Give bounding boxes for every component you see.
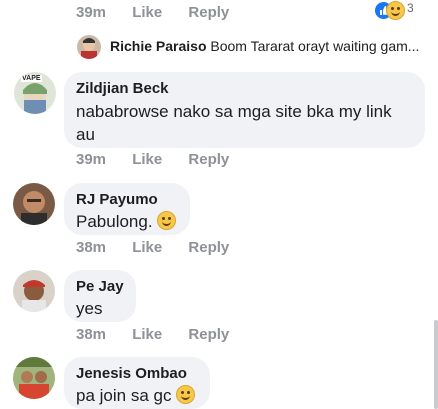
comment-text-line: nababrowse nako sa mga site bka my link	[76, 102, 392, 121]
reply-button[interactable]: Reply	[188, 239, 229, 256]
comment-text-row: Pabulong.	[76, 210, 178, 233]
comment-text: nababrowse nako sa mga site bka my link …	[76, 100, 413, 146]
comment-author[interactable]: RJ Payumo	[76, 191, 178, 208]
avatar-badge: VAPE	[21, 75, 42, 82]
reply-button[interactable]: Reply	[188, 4, 229, 21]
comment-text: yes	[76, 299, 103, 318]
comment-actions: 38m Like Reply	[76, 239, 251, 256]
comment-time: 38m	[76, 239, 107, 256]
reply-preview[interactable]: Richie Paraiso Boom Tararat orayt waitin…	[110, 38, 419, 54]
comment-bubble: RJ Payumo Pabulong.	[64, 183, 190, 235]
comment-time: 39m	[76, 151, 107, 168]
like-button[interactable]: Like	[132, 151, 162, 168]
comment-author[interactable]: Pe Jay	[76, 278, 124, 295]
comment-author[interactable]: Jenesis Ombao	[76, 365, 198, 382]
avatar[interactable]	[13, 357, 55, 399]
scrollbar[interactable]	[434, 320, 438, 409]
haha-reaction-icon	[386, 1, 405, 20]
comment-actions: 38m Like Reply	[76, 326, 251, 343]
avatar[interactable]	[13, 270, 55, 312]
comment-text-row: pa join sa gc	[76, 384, 198, 407]
reply-button[interactable]: Reply	[188, 151, 229, 168]
comment-author[interactable]: Zildjian Beck	[76, 80, 413, 97]
reaction-summary[interactable]: 3	[372, 0, 420, 20]
comment-bubble: Zildjian Beck nababrowse nako sa mga sit…	[64, 72, 425, 148]
winking-face-icon	[157, 211, 177, 230]
comment-text: pa join sa gc	[76, 386, 172, 405]
comment-actions-top: 39m Like Reply	[76, 4, 251, 21]
comment-text: Pabulong.	[76, 212, 153, 231]
like-button[interactable]: Like	[132, 4, 162, 21]
avatar[interactable]: VAPE	[14, 72, 56, 114]
reply-text: Boom Tararat orayt waiting gam...	[210, 38, 420, 54]
comment-bubble: Jenesis Ombao pa join sa gc	[64, 357, 210, 409]
avatar[interactable]	[13, 183, 55, 225]
comment-bubble: Pe Jay yes	[64, 270, 136, 322]
grinning-face-icon	[176, 385, 196, 404]
avatar[interactable]	[77, 35, 101, 59]
reply-author: Richie Paraiso	[110, 38, 207, 54]
comment-time: 38m	[76, 326, 107, 343]
comment-text-line: au	[76, 125, 95, 144]
like-button[interactable]: Like	[132, 239, 162, 256]
comment-time: 39m	[76, 4, 107, 21]
reply-button[interactable]: Reply	[188, 326, 229, 343]
reaction-count: 3	[407, 1, 414, 15]
like-button[interactable]: Like	[132, 326, 162, 343]
comment-actions: 39m Like Reply	[76, 151, 251, 168]
